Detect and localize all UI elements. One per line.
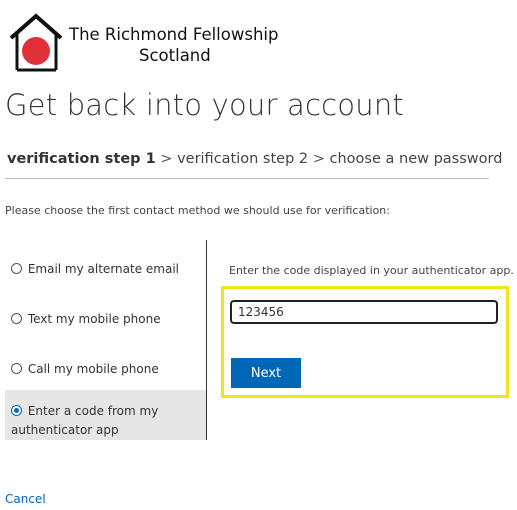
method-label: Email my alternate email: [27, 262, 179, 276]
method-email-option[interactable]: Email my alternate email: [5, 262, 206, 276]
method-panel-divider: [206, 240, 207, 440]
organization-logo-icon: [9, 13, 63, 72]
authenticator-prompt: Enter the code displayed in your authent…: [229, 264, 514, 277]
method-text-option[interactable]: Text my mobile phone: [5, 312, 206, 326]
header-divider: [5, 178, 489, 179]
radio-selected-icon[interactable]: [11, 405, 22, 416]
next-button[interactable]: Next: [231, 358, 301, 388]
radio-unselected-icon[interactable]: [11, 263, 22, 274]
instruction-text: Please choose the first contact method w…: [5, 204, 390, 217]
method-call-option[interactable]: Call my mobile phone: [5, 362, 206, 376]
step-breadcrumb: verification step 1 > verification step …: [7, 151, 502, 167]
method-label: Enter a code from my: [27, 404, 159, 418]
page-title: Get back into your account: [5, 88, 404, 122]
method-authenticator-option[interactable]: Enter a code from my authenticator app: [5, 390, 206, 440]
step-2-label: verification step 2: [177, 151, 309, 167]
organization-region: Scotland: [139, 46, 211, 65]
method-label-continued: authenticator app: [11, 423, 119, 437]
step-separator: >: [312, 151, 325, 167]
step-separator: >: [160, 151, 173, 167]
verification-code-input[interactable]: [230, 300, 498, 324]
contact-method-list: Email my alternate email Text my mobile …: [5, 240, 206, 440]
step-1-label: verification step 1: [7, 151, 156, 167]
step-3-label: choose a new password: [329, 151, 503, 167]
method-label: Call my mobile phone: [27, 362, 159, 376]
organization-name: The Richmond Fellowship: [69, 25, 279, 44]
radio-unselected-icon[interactable]: [11, 313, 22, 324]
method-label: Text my mobile phone: [27, 312, 161, 326]
cancel-link[interactable]: Cancel: [5, 492, 46, 506]
radio-unselected-icon[interactable]: [11, 363, 22, 374]
